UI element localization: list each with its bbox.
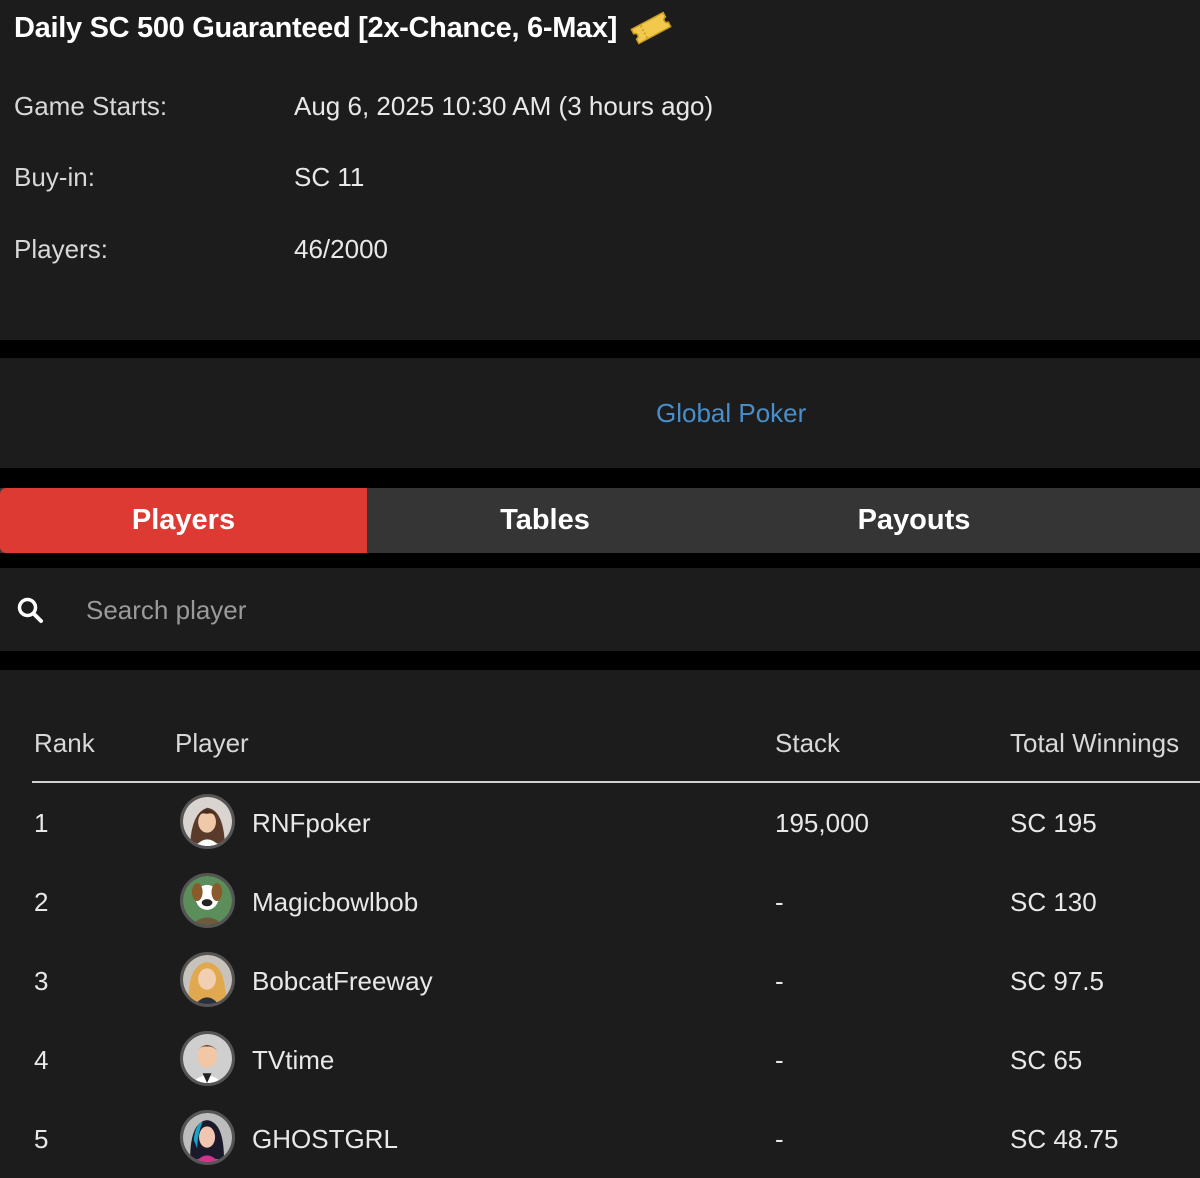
table-row[interactable]: 1 RNFpoker 195,000 SC 195 [0, 784, 1200, 863]
winnings-cell: SC 195 [1010, 808, 1097, 838]
avatar [180, 873, 235, 928]
header-player[interactable]: Player [175, 728, 249, 759]
table-row[interactable]: 4 TVtime - SC 65 [0, 1021, 1200, 1100]
ticket-icon [629, 10, 673, 46]
player-name[interactable]: TVtime [252, 1045, 334, 1076]
buy-in-label: Buy-in: [14, 162, 95, 192]
header-stack[interactable]: Stack [775, 728, 840, 759]
players-value: 46/2000 [294, 234, 388, 264]
stack-cell: - [775, 966, 784, 996]
stack-cell: - [775, 887, 784, 917]
table-row[interactable]: 5 GHOSTGRL - SC 48.75 [0, 1100, 1200, 1178]
rank-cell: 5 [34, 1124, 49, 1154]
buy-in-value: SC 11 [294, 162, 365, 192]
search-icon[interactable] [16, 596, 44, 624]
tab-players[interactable]: Players [0, 488, 367, 553]
stack-cell: - [775, 1045, 784, 1075]
search-panel [0, 568, 1200, 651]
title-row: Daily SC 500 Guaranteed [2x-Chance, 6-Ma… [14, 10, 673, 46]
game-starts-value: Aug 6, 2025 10:30 AM (3 hours ago) [294, 91, 714, 121]
tournament-title: Daily SC 500 Guaranteed [2x-Chance, 6-Ma… [14, 11, 618, 44]
player-name[interactable]: BobcatFreeway [252, 966, 433, 997]
operator-link[interactable]: Global Poker [656, 398, 806, 429]
tab-bar: Players Tables Payouts [0, 488, 1200, 553]
player-name[interactable]: Magicbowlbob [252, 887, 418, 918]
players-table: Rank Player Stack Total Winnings 1 RNFpo… [0, 670, 1200, 1178]
players-label: Players: [14, 234, 108, 264]
winnings-cell: SC 130 [1010, 887, 1097, 917]
stack-cell: 195,000 [775, 808, 869, 838]
avatar [180, 1031, 235, 1086]
tournament-info-panel: Daily SC 500 Guaranteed [2x-Chance, 6-Ma… [0, 0, 1200, 340]
rank-cell: 3 [34, 966, 49, 996]
winnings-cell: SC 97.5 [1010, 966, 1104, 996]
rank-cell: 1 [34, 808, 49, 838]
winnings-cell: SC 65 [1010, 1045, 1083, 1075]
header-total-winnings[interactable]: Total Winnings [1010, 728, 1179, 759]
player-name[interactable]: GHOSTGRL [252, 1124, 398, 1155]
table-row[interactable]: 2 Magicbowlbob - SC 130 [0, 863, 1200, 942]
avatar [180, 794, 235, 849]
player-name[interactable]: RNFpoker [252, 808, 370, 839]
header-divider [32, 781, 1200, 783]
avatar [180, 952, 235, 1007]
winnings-cell: SC 48.75 [1010, 1124, 1119, 1154]
stack-cell: - [775, 1124, 784, 1154]
game-starts-label: Game Starts: [14, 91, 168, 121]
rank-cell: 2 [34, 887, 49, 917]
header-rank[interactable]: Rank [34, 728, 95, 759]
table-row[interactable]: 3 BobcatFreeway - SC 97.5 [0, 942, 1200, 1021]
search-input[interactable] [86, 586, 1176, 634]
tab-payouts[interactable]: Payouts [723, 488, 1105, 553]
operator-panel: Global Poker [0, 358, 1200, 468]
rank-cell: 4 [34, 1045, 49, 1075]
tab-tables[interactable]: Tables [367, 488, 723, 553]
avatar [180, 1110, 235, 1165]
